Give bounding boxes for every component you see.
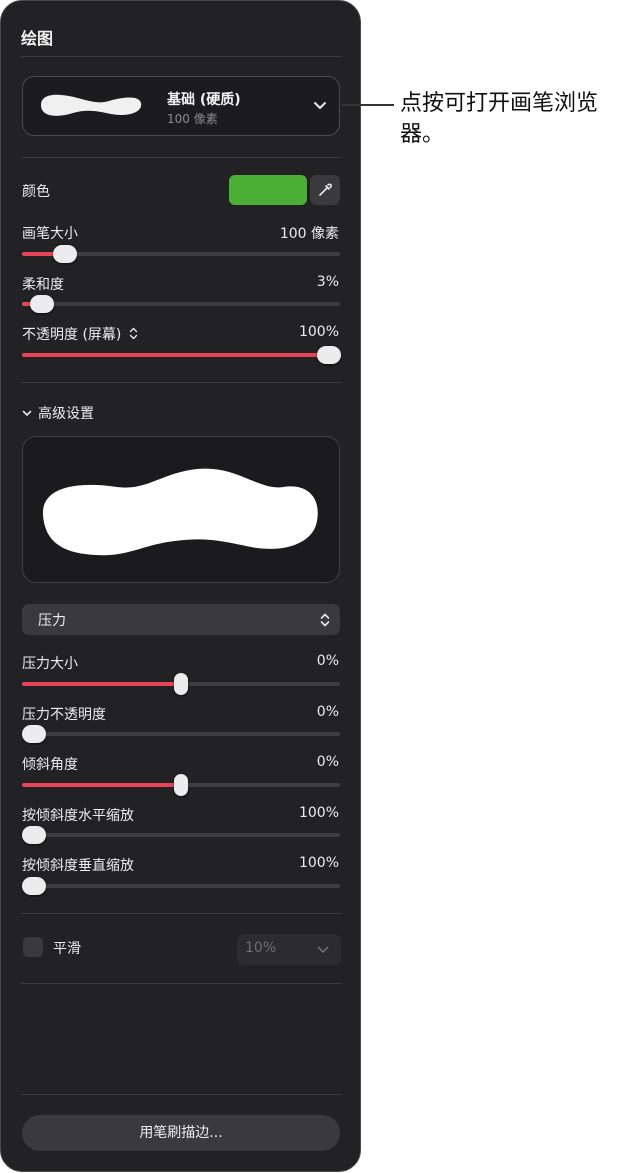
up-down-chevron-icon — [129, 327, 138, 340]
drawing-panel: 绘图 基础 (硬质) 100 像素 颜色 画笔大小 100 像素 柔和度 3% … — [0, 0, 361, 1172]
smoothness-label: 柔和度 — [22, 277, 64, 293]
divider — [21, 157, 341, 158]
brush-name: 基础 (硬质) — [167, 92, 241, 108]
slider-thumb[interactable] — [174, 774, 188, 796]
slider-thumb[interactable] — [22, 826, 46, 844]
callout-text: 点按可打开画笔浏览器。 — [400, 91, 599, 147]
advanced-settings-label: 高级设置 — [38, 406, 94, 422]
pressure-opacity-slider[interactable] — [22, 725, 340, 743]
brush-preview-stroke — [42, 468, 318, 556]
chevron-down-icon — [317, 946, 329, 953]
callout-leader-line — [342, 104, 394, 106]
color-swatch[interactable] — [229, 175, 307, 205]
chevron-down-icon — [22, 410, 32, 416]
brush-preview — [22, 436, 340, 583]
pressure-size-label: 压力大小 — [22, 656, 78, 672]
smoothness-value: 3% — [316, 274, 339, 290]
tilt-horizontal-scale-label: 按倾斜度水平缩放 — [22, 808, 134, 824]
slider-thumb[interactable] — [174, 673, 188, 695]
slider-thumb[interactable] — [22, 725, 46, 743]
divider — [21, 983, 341, 984]
pressure-select[interactable]: 压力 — [22, 604, 340, 635]
up-down-chevron-icon — [320, 613, 330, 627]
smooth-label: 平滑 — [53, 941, 81, 957]
pressure-opacity-label: 压力不透明度 — [22, 707, 106, 723]
tilt-horizontal-scale-slider[interactable] — [22, 826, 340, 844]
tilt-vertical-scale-slider[interactable] — [22, 877, 340, 895]
brush-selector-button[interactable]: 基础 (硬质) 100 像素 — [22, 76, 340, 136]
advanced-settings-toggle[interactable]: 高级设置 — [22, 403, 94, 423]
opacity-slider[interactable] — [22, 346, 341, 364]
chevron-down-icon — [314, 102, 326, 109]
divider — [21, 56, 341, 57]
panel-title: 绘图 — [21, 29, 54, 48]
tilt-angle-slider[interactable] — [22, 774, 340, 796]
pressure-size-value: 0% — [316, 653, 339, 669]
smooth-percentage-value: 10% — [245, 940, 277, 956]
opacity-label-text: 不透明度 (屏幕) — [22, 327, 122, 343]
tilt-vertical-scale-value: 100% — [298, 855, 339, 871]
opacity-label[interactable]: 不透明度 (屏幕) — [22, 324, 138, 344]
stroke-with-brush-button[interactable]: 用笔刷描边... — [22, 1115, 340, 1151]
divider — [21, 382, 341, 383]
brush-stroke-thumbnail — [41, 94, 142, 116]
slider-thumb[interactable] — [53, 245, 77, 263]
tilt-vertical-scale-label: 按倾斜度垂直缩放 — [22, 858, 134, 874]
tilt-angle-value: 0% — [316, 754, 339, 770]
tilt-horizontal-scale-value: 100% — [298, 805, 339, 821]
pressure-opacity-value: 0% — [316, 704, 339, 720]
eyedropper-icon — [319, 183, 332, 196]
slider-thumb[interactable] — [22, 877, 46, 895]
tilt-angle-label: 倾斜角度 — [22, 757, 78, 773]
divider — [21, 1094, 341, 1095]
eyedropper-button[interactable] — [310, 175, 340, 205]
brush-size-label: 画笔大小 — [22, 226, 78, 242]
brush-size-slider[interactable] — [22, 245, 340, 263]
smoothness-slider[interactable] — [22, 295, 340, 313]
brush-size-caption: 100 像素 — [167, 112, 218, 126]
slider-thumb[interactable] — [30, 295, 54, 313]
smooth-checkbox[interactable] — [23, 937, 43, 957]
brush-size-value: 100 像素 — [279, 226, 339, 242]
pressure-select-value: 压力 — [38, 613, 66, 629]
smooth-percentage-select[interactable]: 10% — [237, 934, 341, 965]
color-label: 颜色 — [22, 184, 50, 200]
slider-thumb[interactable] — [317, 346, 341, 364]
opacity-value: 100% — [298, 324, 339, 340]
pressure-size-slider[interactable] — [22, 673, 340, 695]
divider — [21, 913, 341, 914]
